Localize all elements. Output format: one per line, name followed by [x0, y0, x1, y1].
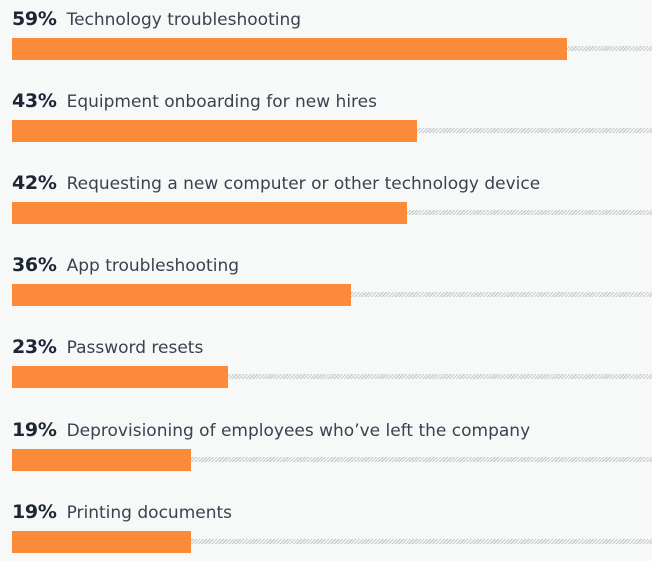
bar — [12, 120, 417, 142]
bar-row: 19% Deprovisioning of employees who’ve le… — [12, 419, 652, 479]
bar-label-line: 43% Equipment onboarding for new hires — [12, 90, 377, 116]
category-label: Requesting a new computer or other techn… — [66, 174, 541, 194]
bar-row: 23% Password resets — [12, 336, 652, 396]
bar — [12, 38, 568, 60]
category-label: Deprovisioning of employees who’ve left … — [66, 421, 531, 441]
bar-label-line: 19% Deprovisioning of employees who’ve le… — [12, 419, 530, 445]
category-label: Printing documents — [66, 503, 233, 523]
bar-row: 42% Requesting a new computer or other te… — [12, 172, 652, 232]
category-label: App troubleshooting — [66, 256, 240, 276]
bar-chart: 59% Technology troubleshooting 43% Equipmen… — [0, 0, 652, 558]
bar — [12, 366, 229, 388]
value-label: 19% — [12, 419, 57, 441]
bar-label-line: 42% Requesting a new computer or other te… — [12, 172, 540, 198]
bar-label-line: 19% Printing documents — [12, 501, 232, 527]
value-label: 59% — [12, 8, 57, 30]
bar-row: 59% Technology troubleshooting — [12, 8, 652, 68]
bar-row: 19% Printing documents — [12, 501, 652, 561]
category-label: Technology troubleshooting — [66, 10, 302, 30]
category-label: Equipment onboarding for new hires — [66, 92, 377, 112]
bar-label-line: 59% Technology troubleshooting — [12, 8, 301, 34]
bar — [12, 449, 191, 471]
value-label: 19% — [12, 501, 57, 523]
bar — [12, 202, 408, 224]
bar-label-line: 23% Password resets — [12, 336, 203, 362]
bar-row: 36% App troubleshooting — [12, 254, 652, 314]
bar-row: 43% Equipment onboarding for new hires — [12, 90, 652, 150]
bar-label-line: 36% App troubleshooting — [12, 254, 239, 280]
value-label: 42% — [12, 172, 57, 194]
value-label: 36% — [12, 254, 57, 276]
value-label: 43% — [12, 90, 57, 112]
category-label: Password resets — [66, 338, 204, 358]
bar — [12, 284, 351, 306]
bar — [12, 531, 191, 553]
value-label: 23% — [12, 336, 57, 358]
